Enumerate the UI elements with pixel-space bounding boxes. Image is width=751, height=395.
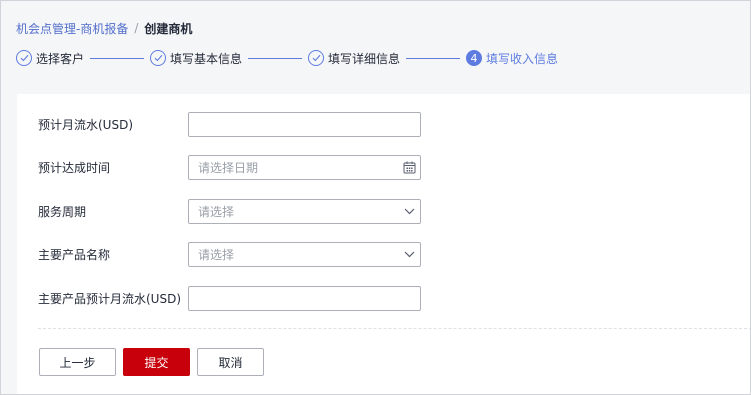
main-product-label: 主要产品名称	[38, 247, 111, 262]
step-label: 填写收入信息	[486, 51, 559, 66]
step-label: 选择客户	[36, 51, 85, 66]
step-select-customer: 选择客户	[16, 50, 84, 67]
chevron-down-icon[interactable]	[398, 208, 420, 215]
check-icon	[150, 50, 167, 66]
submit-button[interactable]: 提交	[123, 348, 190, 376]
prev-step-button[interactable]: 上一步	[39, 348, 116, 376]
service-period-select[interactable]: 请选择	[188, 198, 421, 224]
cancel-button[interactable]: 取消	[197, 348, 264, 376]
breadcrumb: 机会点管理-商机报备 / 创建商机	[16, 20, 192, 36]
breadcrumb-current: 创建商机	[144, 21, 193, 36]
check-icon	[308, 50, 325, 66]
chevron-down-icon[interactable]	[398, 251, 420, 258]
step-revenue-info: 4 填写收入信息	[466, 50, 558, 67]
breadcrumb-link-opportunity[interactable]: 机会点管理-商机报备	[16, 20, 128, 37]
step-label: 填写基本信息	[170, 51, 243, 66]
step-connector	[406, 57, 461, 59]
main-product-select[interactable]: 请选择	[188, 241, 421, 267]
monthly-flow-input[interactable]	[188, 111, 421, 137]
breadcrumb-separator: /	[134, 21, 139, 35]
step-basic-info: 填写基本信息	[150, 50, 242, 67]
check-icon	[16, 50, 32, 66]
page-frame: 机会点管理-商机报备 / 创建商机 选择客户 填写基本信息 填写详细信息 4 填…	[0, 0, 751, 395]
reach-time-placeholder: 请选择日期	[198, 160, 259, 175]
step-connector	[248, 57, 303, 59]
step-number: 4	[466, 50, 483, 66]
service-period-label: 服务周期	[38, 204, 87, 219]
reach-time-datepicker[interactable]: 请选择日期	[188, 154, 421, 180]
step-label: 填写详细信息	[328, 51, 401, 66]
step-detail-info: 填写详细信息	[308, 50, 400, 67]
stepper: 选择客户 填写基本信息 填写详细信息 4 填写收入信息	[16, 47, 558, 69]
service-period-placeholder: 请选择	[198, 204, 235, 219]
main-product-placeholder: 请选择	[198, 247, 235, 262]
form-panel: 预计月流水(USD) 预计达成时间 请选择日期 服务周期 请选择 主要产品名称 …	[17, 94, 750, 394]
reach-time-label: 预计达成时间	[38, 160, 111, 175]
calendar-icon[interactable]	[398, 161, 420, 174]
form-divider	[38, 328, 750, 329]
step-connector	[90, 57, 145, 59]
monthly-flow-label: 预计月流水(USD)	[38, 117, 134, 132]
product-monthly-flow-input[interactable]	[188, 285, 421, 311]
product-monthly-flow-label: 主要产品预计月流水(USD)	[38, 291, 182, 306]
